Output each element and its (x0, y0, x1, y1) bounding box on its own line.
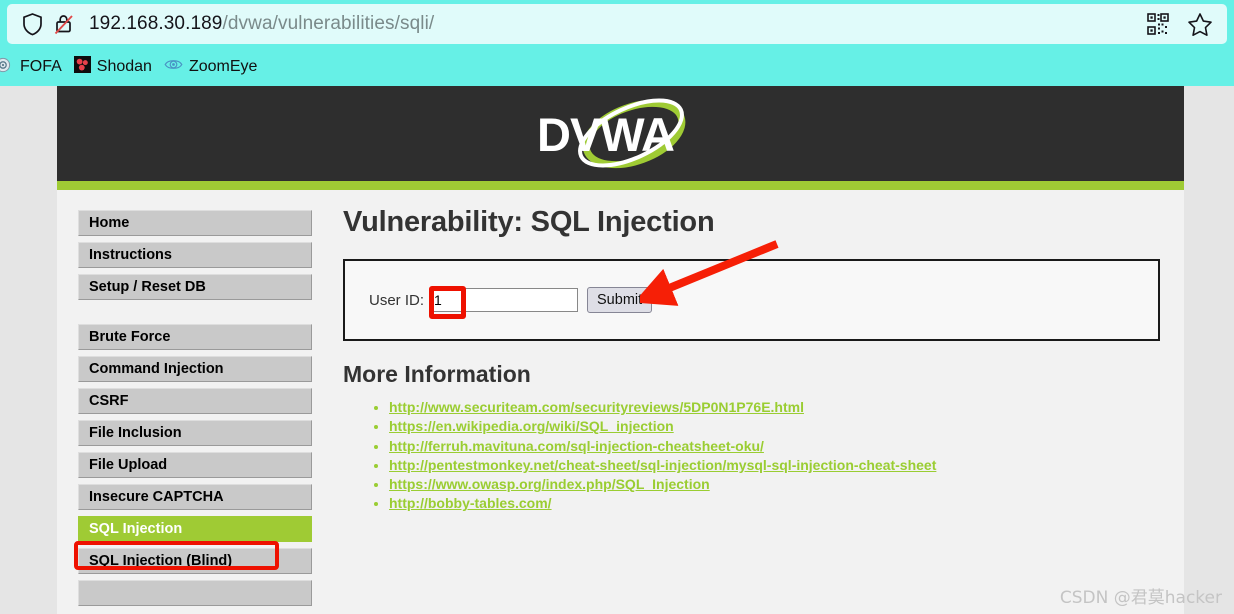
more-info-link-mavituna[interactable]: http://ferruh.mavituna.com/sql-injection… (389, 438, 764, 454)
page-title: Vulnerability: SQL Injection (343, 206, 715, 238)
browser-chrome: 192.168.30.189/dvwa/vulnerabilities/sqli… (0, 0, 1234, 86)
user-id-label: User ID: (369, 291, 425, 309)
bookmark-shodan-label: Shodan (96, 58, 152, 75)
sidebar-item-command-injection[interactable]: Command Injection (78, 356, 312, 382)
list-item: https://en.wikipedia.org/wiki/SQL_inject… (389, 417, 1163, 436)
dvwa-logo: DVWA (537, 98, 685, 168)
list-item: https://www.owasp.org/index.php/SQL_Inje… (389, 475, 1163, 494)
more-info-link-securiteam[interactable]: http://www.securiteam.com/securityreview… (389, 399, 804, 415)
sidebar-item-instructions[interactable]: Instructions (78, 242, 312, 268)
sidebar-group-vulnerabilities: Brute Force Command Injection CSRF File … (78, 324, 312, 606)
qr-code-icon[interactable] (1141, 13, 1175, 35)
bookmarks-bar: FOFA Shodan ZoomEye (0, 48, 1234, 86)
sidebar-item-home[interactable]: Home (78, 210, 312, 236)
csdn-watermark: CSDN @君莫hacker (1059, 588, 1222, 608)
sidebar-item-sql-injection[interactable]: SQL Injection (78, 516, 312, 542)
more-info-link-pentestmonkey[interactable]: http://pentestmonkey.net/cheat-sheet/sql… (389, 457, 936, 473)
site-body: Home Instructions Setup / Reset DB Brute… (57, 190, 1184, 614)
browser-navigation-toolbar: 192.168.30.189/dvwa/vulnerabilities/sqli… (0, 0, 1234, 48)
zoomeye-icon (164, 57, 183, 77)
url-text[interactable]: 192.168.30.189/dvwa/vulnerabilities/sqli… (89, 13, 1141, 35)
bookmark-zoomeye[interactable]: ZoomEye (158, 54, 263, 80)
list-item: http://ferruh.mavituna.com/sql-injection… (389, 437, 1163, 456)
main-content: Vulnerability: SQL Injection User ID: Su… (343, 206, 1163, 514)
lock-crossed-icon[interactable] (49, 12, 79, 36)
sidebar-item-brute-force[interactable]: Brute Force (78, 324, 312, 350)
bookmark-star-icon[interactable] (1181, 12, 1219, 37)
user-id-input[interactable] (430, 288, 579, 312)
sql-injection-form: User ID: Submit (343, 259, 1160, 341)
address-bar[interactable]: 192.168.30.189/dvwa/vulnerabilities/sqli… (7, 4, 1227, 44)
sidebar-item-insecure-captcha[interactable]: Insecure CAPTCHA (78, 484, 312, 510)
bookmark-fofa[interactable]: FOFA (0, 54, 68, 80)
more-info-link-wikipedia[interactable]: https://en.wikipedia.org/wiki/SQL_inject… (389, 418, 674, 434)
more-info-link-bobby-tables[interactable]: http://bobby-tables.com/ (389, 495, 552, 511)
sidebar-item-file-inclusion[interactable]: File Inclusion (78, 420, 312, 446)
sidebar-group-main: Home Instructions Setup / Reset DB (78, 210, 312, 300)
bookmark-fofa-label: FOFA (20, 58, 62, 75)
more-info-link-owasp[interactable]: https://www.owasp.org/index.php/SQL_Inje… (389, 476, 710, 492)
list-item: http://www.securiteam.com/securityreview… (389, 398, 1163, 417)
submit-button[interactable]: Submit (587, 287, 653, 313)
page-viewport: DVWA Home Instructions Setup / Reset DB … (0, 86, 1234, 614)
sidebar-item-csrf[interactable]: CSRF (78, 388, 312, 414)
shodan-icon (73, 56, 91, 78)
more-information-heading: More Information (343, 361, 531, 387)
header-accent-band (57, 181, 1184, 190)
more-information-list: http://www.securiteam.com/securityreview… (343, 398, 1163, 514)
bookmark-shodan[interactable]: Shodan (68, 54, 158, 80)
site-header: DVWA (57, 86, 1184, 181)
url-host: 192.168.30.189 (89, 13, 223, 34)
sidebar-item-setup-reset-db[interactable]: Setup / Reset DB (78, 274, 312, 300)
list-item: http://pentestmonkey.net/cheat-sheet/sql… (389, 456, 1163, 475)
sidebar-item-next-partial[interactable] (78, 580, 312, 606)
dvwa-page-container: DVWA Home Instructions Setup / Reset DB … (57, 86, 1184, 614)
sidebar-nav: Home Instructions Setup / Reset DB Brute… (78, 210, 312, 614)
bookmark-zoomeye-label: ZoomEye (188, 58, 258, 75)
svg-text:DVWA: DVWA (537, 108, 674, 161)
fofa-icon (0, 57, 14, 78)
sidebar-item-file-upload[interactable]: File Upload (78, 452, 312, 478)
list-item: http://bobby-tables.com/ (389, 494, 1163, 513)
sidebar-item-sql-injection-blind[interactable]: SQL Injection (Blind) (78, 548, 312, 574)
shield-icon[interactable] (17, 12, 47, 36)
url-path: /dvwa/vulnerabilities/sqli/ (222, 13, 435, 34)
